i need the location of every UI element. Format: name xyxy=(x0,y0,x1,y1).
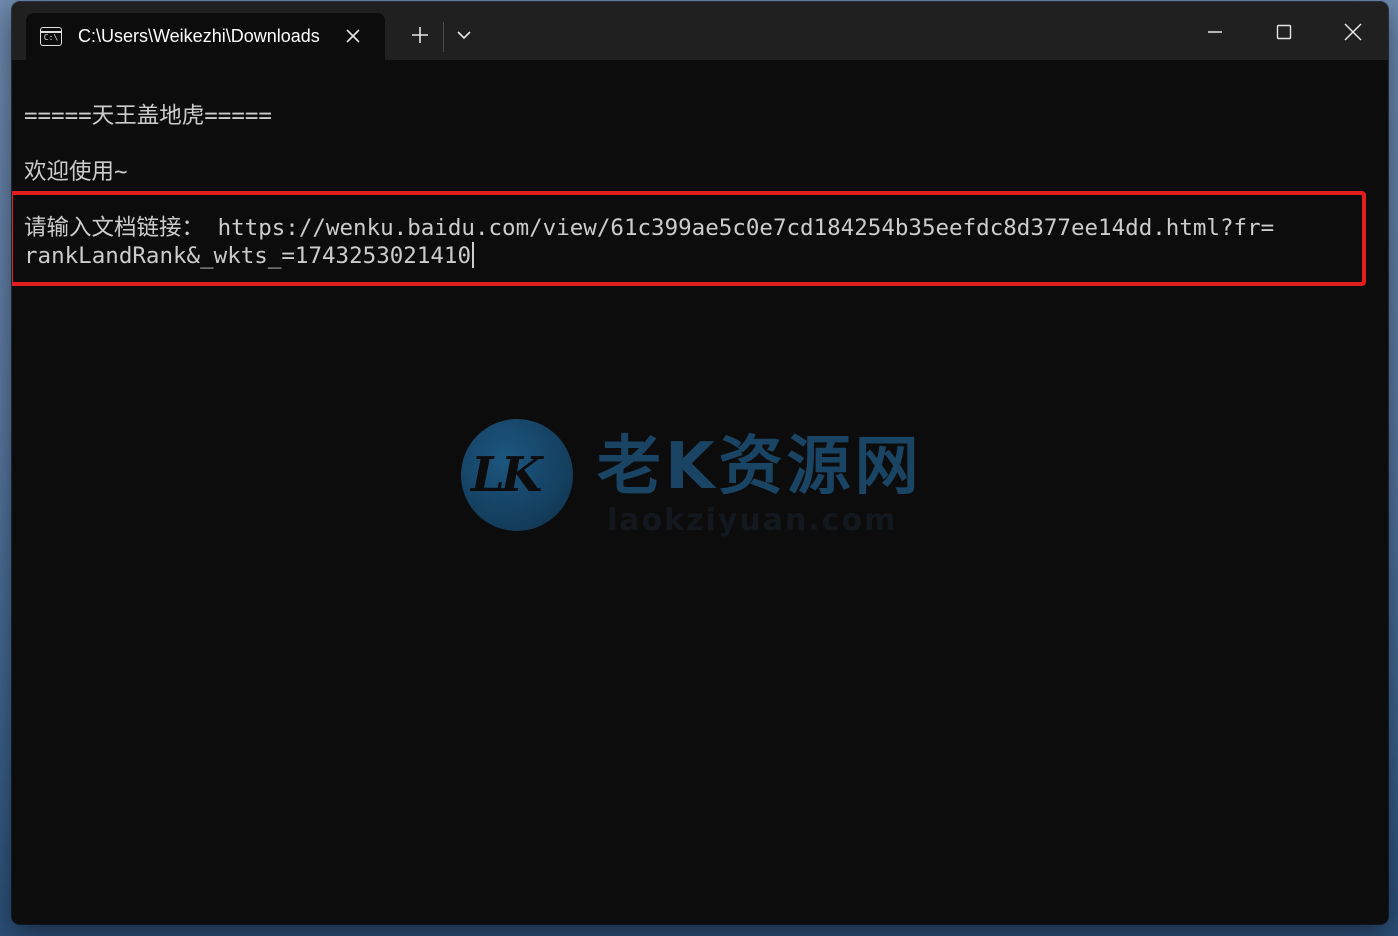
tab-dropdown-button[interactable] xyxy=(449,17,479,53)
highlight-box xyxy=(12,191,1366,286)
close-icon xyxy=(1344,23,1362,41)
close-window-button[interactable] xyxy=(1330,12,1376,52)
close-icon xyxy=(346,29,360,43)
watermark-text: 老K资源网 xyxy=(597,430,923,504)
banner-line: =====天王盖地虎===== xyxy=(24,103,272,129)
new-tab-button[interactable] xyxy=(402,17,438,53)
command-prompt-icon: C:\ xyxy=(40,27,62,46)
plus-icon xyxy=(412,27,428,43)
tab-close-button[interactable] xyxy=(342,25,364,47)
terminal-output[interactable]: LK 老K资源网 laokziyuan.com =====天王盖地虎===== … xyxy=(12,60,1388,924)
minimize-button[interactable] xyxy=(1192,12,1238,52)
tab-separator xyxy=(443,22,444,52)
tab-downloads[interactable]: C:\ C:\Users\Weikezhi\Downloads xyxy=(26,13,385,60)
chevron-down-icon xyxy=(457,31,471,40)
watermark-letters: LK xyxy=(471,447,542,503)
maximize-icon xyxy=(1276,24,1292,40)
watermark-subtext: laokziyuan.com xyxy=(607,503,898,538)
tab-icon-label: C:\ xyxy=(43,32,59,42)
terminal-window: C:\ C:\Users\Weikezhi\Downloads LK 老K资源网… xyxy=(12,2,1388,924)
maximize-button[interactable] xyxy=(1261,12,1307,52)
welcome-line: 欢迎使用~ xyxy=(24,159,128,185)
minimize-icon xyxy=(1208,31,1222,33)
watermark-circle: LK xyxy=(461,419,573,531)
title-bar: C:\ C:\Users\Weikezhi\Downloads xyxy=(12,2,1388,60)
tab-title: C:\Users\Weikezhi\Downloads xyxy=(78,26,320,46)
watermark-logo: LK 老K资源网 laokziyuan.com xyxy=(457,405,997,555)
